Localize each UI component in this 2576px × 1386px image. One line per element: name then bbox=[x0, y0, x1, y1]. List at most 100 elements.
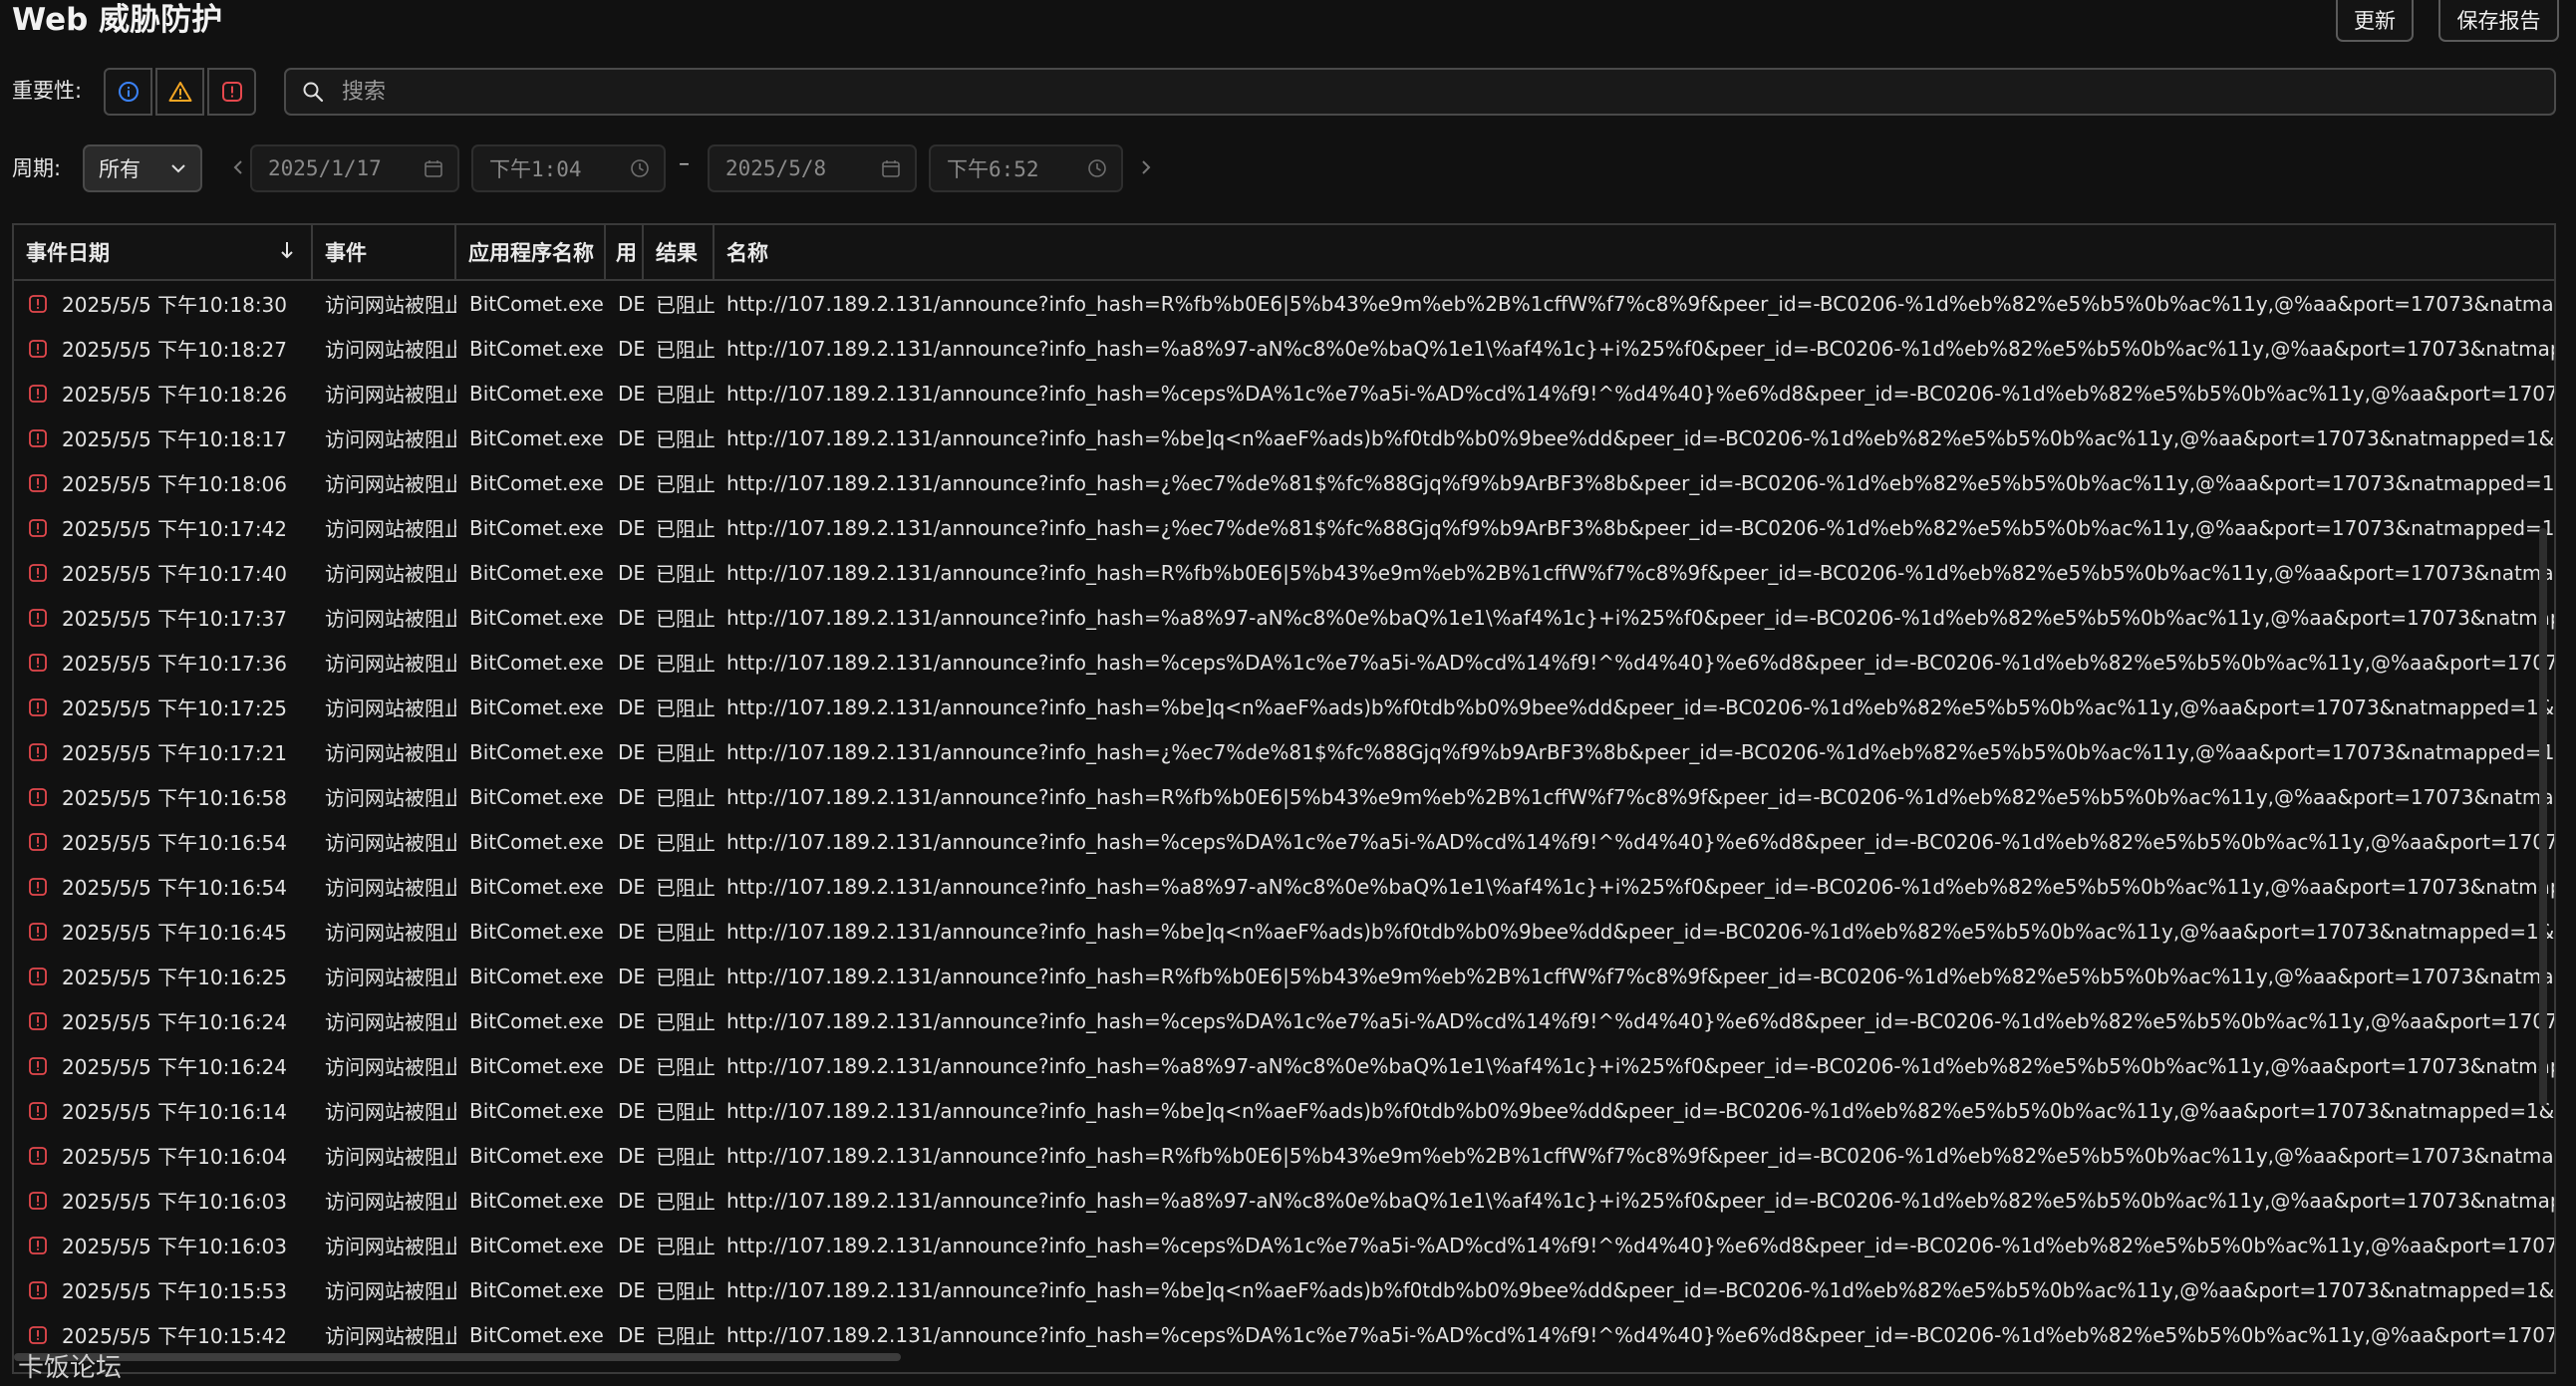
table-row[interactable]: 2025/5/5 下午10:17:21 访问网站被阻止 BitComet.exe DE… bbox=[14, 729, 2554, 774]
cell-app-name: BitComet.exe bbox=[456, 460, 606, 505]
start-time-field[interactable]: 下午1:04 bbox=[471, 144, 666, 192]
user-text: DE bbox=[618, 1053, 644, 1078]
user-text: DE bbox=[618, 829, 644, 854]
table-row[interactable]: 2025/5/5 下午10:15:42 访问网站被阻止 BitComet.exe DE… bbox=[14, 1312, 2554, 1357]
table-row[interactable]: 2025/5/5 下午10:17:37 访问网站被阻止 BitComet.exe DE… bbox=[14, 595, 2554, 640]
user-text: DE bbox=[618, 694, 644, 719]
app-name-text: BitComet.exe bbox=[469, 515, 604, 540]
update-button[interactable]: 更新 bbox=[2336, 0, 2414, 42]
app-name-text: BitComet.exe bbox=[469, 829, 604, 854]
result-text: 已阻止 bbox=[656, 786, 715, 810]
event-date-text: 2025/5/5 下午10:17:25 bbox=[62, 696, 288, 720]
url-text: http://107.189.2.131/announce?info_hash=… bbox=[726, 291, 2554, 316]
severity-filter-group bbox=[104, 68, 256, 116]
event-date-text: 2025/5/5 下午10:17:21 bbox=[62, 741, 288, 765]
end-time-value: 下午6:52 bbox=[947, 157, 1039, 181]
watermark: 卡饭论坛 bbox=[18, 1353, 123, 1383]
table-row[interactable]: 2025/5/5 下午10:16:24 访问网站被阻止 BitComet.exe DE… bbox=[14, 998, 2554, 1043]
table-row[interactable]: 2025/5/5 下午10:16:45 访问网站被阻止 BitComet.exe DE… bbox=[14, 909, 2554, 954]
table-row[interactable]: 2025/5/5 下午10:17:42 访问网站被阻止 BitComet.exe DE… bbox=[14, 505, 2554, 550]
url-text: http://107.189.2.131/announce?info_hash=… bbox=[726, 829, 2554, 854]
end-time-field[interactable]: 下午6:52 bbox=[929, 144, 1123, 192]
table-row[interactable]: 2025/5/5 下午10:17:40 访问网站被阻止 BitComet.exe DE… bbox=[14, 550, 2554, 595]
severity-error-button[interactable] bbox=[207, 68, 256, 116]
column-header-label: 应用程序名称 bbox=[468, 241, 594, 265]
cell-result: 已阻止 bbox=[644, 505, 715, 550]
cell-user: DE bbox=[606, 819, 644, 864]
table-row[interactable]: 2025/5/5 下午10:16:58 访问网站被阻止 BitComet.exe DE… bbox=[14, 774, 2554, 819]
warning-icon bbox=[168, 82, 191, 102]
column-header-label: 结果 bbox=[656, 241, 698, 265]
previous-period-button[interactable] bbox=[228, 152, 248, 182]
column-header-app-name[interactable]: 应用程序名称 bbox=[456, 225, 606, 279]
table-row[interactable]: 2025/5/5 下午10:17:25 访问网站被阻止 BitComet.exe DE… bbox=[14, 685, 2554, 729]
error-icon bbox=[29, 1146, 47, 1165]
result-text: 已阻止 bbox=[656, 1010, 715, 1034]
cell-event: 访问网站被阻止 bbox=[313, 371, 456, 416]
column-header-user[interactable]: 用 bbox=[606, 225, 644, 279]
error-icon bbox=[29, 1101, 47, 1120]
cell-user: DE bbox=[606, 909, 644, 954]
cell-name: http://107.189.2.131/announce?info_hash=… bbox=[715, 1133, 2554, 1178]
table-row[interactable]: 2025/5/5 下午10:16:14 访问网站被阻止 BitComet.exe DE… bbox=[14, 1088, 2554, 1133]
column-header-event[interactable]: 事件 bbox=[313, 225, 456, 279]
table-row[interactable]: 2025/5/5 下午10:18:30 访问网站被阻止 BitComet.exe DE… bbox=[14, 281, 2554, 326]
cell-app-name: BitComet.exe bbox=[456, 774, 606, 819]
table-row[interactable]: 2025/5/5 下午10:16:24 访问网站被阻止 BitComet.exe DE… bbox=[14, 1043, 2554, 1088]
start-date-field[interactable]: 2025/1/17 bbox=[250, 144, 459, 192]
result-text: 已阻止 bbox=[656, 876, 715, 900]
severity-warning-button[interactable] bbox=[155, 68, 204, 116]
cell-event-date: 2025/5/5 下午10:18:30 bbox=[14, 281, 313, 326]
search-input[interactable] bbox=[340, 78, 2337, 106]
table-row[interactable]: 2025/5/5 下午10:16:03 访问网站被阻止 BitComet.exe DE… bbox=[14, 1223, 2554, 1267]
table-row[interactable]: 2025/5/5 下午10:16:54 访问网站被阻止 BitComet.exe DE… bbox=[14, 864, 2554, 909]
table-row[interactable]: 2025/5/5 下午10:15:53 访问网站被阻止 BitComet.exe DE… bbox=[14, 1267, 2554, 1312]
event-date-text: 2025/5/5 下午10:15:53 bbox=[62, 1279, 288, 1303]
severity-info-button[interactable] bbox=[104, 68, 152, 116]
result-text: 已阻止 bbox=[656, 338, 715, 362]
event-date-text: 2025/5/5 下午10:16:24 bbox=[62, 1010, 288, 1034]
cell-name: http://107.189.2.131/announce?info_hash=… bbox=[715, 460, 2554, 505]
error-icon bbox=[29, 1325, 47, 1344]
url-text: http://107.189.2.131/announce?info_hash=… bbox=[726, 1008, 2554, 1033]
result-text: 已阻止 bbox=[656, 293, 715, 317]
error-icon bbox=[29, 1056, 47, 1075]
column-header-label: 名称 bbox=[726, 241, 768, 265]
table-row[interactable]: 2025/5/5 下午10:18:27 访问网站被阻止 BitComet.exe DE… bbox=[14, 326, 2554, 371]
event-date-text: 2025/5/5 下午10:15:42 bbox=[62, 1324, 288, 1348]
cell-user: DE bbox=[606, 685, 644, 729]
error-icon bbox=[221, 82, 242, 102]
end-date-field[interactable]: 2025/5/8 bbox=[708, 144, 917, 192]
table-row[interactable]: 2025/5/5 下午10:16:04 访问网站被阻止 BitComet.exe DE… bbox=[14, 1133, 2554, 1178]
cell-event-date: 2025/5/5 下午10:17:42 bbox=[14, 505, 313, 550]
vertical-scrollbar[interactable] bbox=[2539, 528, 2547, 1106]
cell-user: DE bbox=[606, 1267, 644, 1312]
cell-event: 访问网站被阻止 bbox=[313, 1088, 456, 1133]
clock-icon bbox=[631, 159, 649, 177]
url-text: http://107.189.2.131/announce?info_hash=… bbox=[726, 1277, 2554, 1302]
horizontal-scrollbar[interactable] bbox=[14, 1353, 901, 1361]
table-row[interactable]: 2025/5/5 下午10:18:26 访问网站被阻止 BitComet.exe DE… bbox=[14, 371, 2554, 416]
table-row[interactable]: 2025/5/5 下午10:16:54 访问网站被阻止 BitComet.exe DE… bbox=[14, 819, 2554, 864]
period-select[interactable]: 所有 bbox=[83, 144, 202, 192]
error-icon bbox=[29, 832, 47, 851]
column-header-name[interactable]: 名称 bbox=[715, 225, 2554, 279]
result-text: 已阻止 bbox=[656, 383, 715, 407]
save-report-button[interactable]: 保存报告 bbox=[2438, 0, 2559, 42]
table-row[interactable]: 2025/5/5 下午10:16:25 访问网站被阻止 BitComet.exe DE… bbox=[14, 954, 2554, 998]
table-row[interactable]: 2025/5/5 下午10:16:03 访问网站被阻止 BitComet.exe DE… bbox=[14, 1178, 2554, 1223]
event-text: 访问网站被阻止 bbox=[325, 562, 456, 586]
column-header-result[interactable]: 结果 bbox=[644, 225, 715, 279]
table-row[interactable]: 2025/5/5 下午10:17:36 访问网站被阻止 BitComet.exe DE… bbox=[14, 640, 2554, 685]
cell-app-name: BitComet.exe bbox=[456, 1088, 606, 1133]
table-row[interactable]: 2025/5/5 下午10:18:17 访问网站被阻止 BitComet.exe DE… bbox=[14, 416, 2554, 460]
table-row[interactable]: 2025/5/5 下午10:18:06 访问网站被阻止 BitComet.exe DE… bbox=[14, 460, 2554, 505]
cell-result: 已阻止 bbox=[644, 909, 715, 954]
app-name-text: BitComet.exe bbox=[469, 694, 604, 719]
event-text: 访问网站被阻止 bbox=[325, 876, 456, 900]
column-header-event-date[interactable]: 事件日期 bbox=[14, 225, 313, 279]
app-name-text: BitComet.exe bbox=[469, 1008, 604, 1033]
cell-event: 访问网站被阻止 bbox=[313, 819, 456, 864]
next-period-button[interactable] bbox=[1136, 152, 1156, 182]
event-text: 访问网站被阻止 bbox=[325, 831, 456, 855]
